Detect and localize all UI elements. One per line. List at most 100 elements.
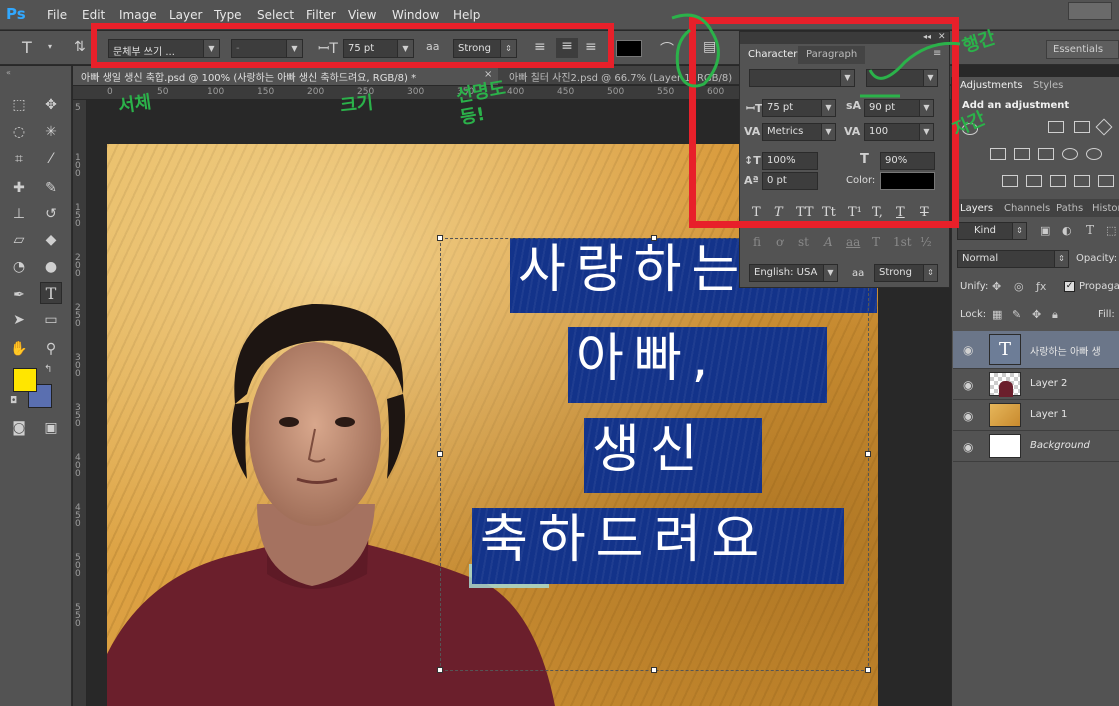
swash-icon[interactable]: A [824, 235, 833, 249]
crop-tool-icon[interactable]: ⌗ [8, 148, 30, 170]
resize-handle[interactable] [437, 451, 443, 457]
resize-handle[interactable] [437, 667, 443, 673]
lasso-tool-icon[interactable]: ◌ [8, 121, 30, 143]
black-white-icon[interactable] [1038, 148, 1054, 160]
ordinals-icon[interactable]: 1st [893, 235, 912, 249]
tool-preset-arrow-icon[interactable]: ▾ [48, 42, 52, 51]
menu-image[interactable]: Image [119, 8, 157, 22]
type-tool-icon[interactable]: T [40, 282, 62, 304]
healing-brush-icon[interactable]: ✚ [8, 177, 30, 199]
color-balance-icon[interactable] [1014, 148, 1030, 160]
menu-view[interactable]: View [348, 8, 376, 22]
move-tool-icon[interactable]: ✥ [40, 94, 62, 116]
collapse-icon[interactable]: « [6, 68, 11, 77]
photo-filter-icon[interactable] [1062, 148, 1078, 160]
brush-tool-icon[interactable]: ✎ [40, 177, 62, 199]
stylistic-alternates-icon[interactable]: aa [846, 235, 860, 249]
history-brush-icon[interactable]: ↺ [40, 203, 62, 225]
menu-help[interactable]: Help [453, 8, 480, 22]
workspace-select[interactable]: Essentials [1046, 40, 1119, 59]
menu-select[interactable]: Select [257, 8, 294, 22]
discretionary-ligatures-icon[interactable]: ơ [776, 235, 783, 249]
tab-channels[interactable]: Channels [1004, 203, 1050, 214]
language-select[interactable]: English: USA ▼ [749, 264, 838, 282]
menu-layer[interactable]: Layer [169, 8, 202, 22]
invert-icon[interactable] [1002, 175, 1018, 187]
tab-paths[interactable]: Paths [1056, 203, 1083, 214]
magic-wand-icon[interactable]: ✳ [40, 121, 62, 143]
posterize-icon[interactable] [1026, 175, 1042, 187]
tab-adjustments[interactable]: Adjustments [960, 80, 1023, 91]
resize-handle[interactable] [865, 451, 871, 457]
paint-bucket-icon[interactable]: ◆ [40, 229, 62, 251]
filter-adjustment-icon[interactable]: ◐ [1062, 224, 1072, 237]
foreground-color-swatch[interactable] [13, 368, 37, 392]
tab-layers[interactable]: Layers [960, 203, 993, 214]
swap-colors-icon[interactable]: ↰ [44, 364, 52, 375]
lock-transparency-icon[interactable]: ▦ [992, 308, 1002, 321]
clone-stamp-icon[interactable]: ⊥ [8, 203, 30, 225]
resize-handle[interactable] [651, 667, 657, 673]
layer-row-text[interactable]: ◉ T 사랑하는 아빠 생 [953, 331, 1119, 369]
threshold-icon[interactable] [1050, 175, 1066, 187]
visibility-eye-icon[interactable]: ◉ [963, 343, 973, 357]
exposure-icon[interactable] [1074, 121, 1090, 133]
type-tool-icon[interactable]: T [22, 38, 32, 57]
marquee-tool-icon[interactable]: ⬚ [8, 94, 30, 116]
hand-tool-icon[interactable]: ✋ [8, 338, 30, 360]
tab-history[interactable]: History [1092, 203, 1119, 214]
eraser-icon[interactable]: ▱ [8, 229, 30, 251]
warp-text-icon[interactable]: ⌒ [660, 39, 674, 59]
layer-row-background[interactable]: ◉ Background [953, 431, 1119, 462]
filter-shape-icon[interactable]: ⬚ [1106, 224, 1116, 237]
dodge-tool-icon[interactable]: ● [40, 256, 62, 278]
visibility-eye-icon[interactable]: ◉ [963, 378, 973, 392]
orientation-toggle-icon[interactable]: ⇅ [74, 39, 86, 55]
channel-mixer-icon[interactable] [1086, 148, 1102, 160]
menu-edit[interactable]: Edit [82, 8, 105, 22]
rectangle-tool-icon[interactable]: ▭ [40, 309, 62, 331]
menu-type[interactable]: Type [214, 8, 242, 22]
ligatures-icon[interactable]: fi [753, 235, 761, 249]
layer-row-layer-2[interactable]: ◉ Layer 2 [953, 369, 1119, 400]
menu-window[interactable]: Window [392, 8, 439, 22]
resize-handle[interactable] [437, 235, 443, 241]
layer-filter-select[interactable]: Kind ⇕ [957, 222, 1027, 240]
blur-tool-icon[interactable]: ◔ [8, 256, 30, 278]
close-icon[interactable]: × [484, 69, 492, 80]
pen-tool-icon[interactable]: ✒ [8, 284, 30, 306]
vibrance-icon[interactable] [1095, 118, 1113, 136]
quick-mask-icon[interactable]: ◙ [8, 417, 30, 439]
text-color-swatch[interactable] [616, 40, 642, 57]
propagate-checkbox[interactable]: ✓ [1064, 281, 1075, 292]
resize-handle[interactable] [651, 235, 657, 241]
tab-document-1[interactable]: 아빠 생일 생신 축합.psd @ 100% (사랑하는 아빠 생신 축하드려요… [73, 66, 498, 85]
path-selection-icon[interactable]: ➤ [8, 309, 30, 331]
blend-mode-select[interactable]: Normal ⇕ [957, 250, 1069, 268]
gradient-map-icon[interactable] [1074, 175, 1090, 187]
unify-style-icon[interactable]: ƒx [1036, 280, 1046, 293]
lock-position-icon[interactable]: ✥ [1032, 308, 1041, 321]
unify-visibility-icon[interactable]: ◎ [1014, 280, 1024, 293]
lock-pixels-icon[interactable]: ✎ [1012, 308, 1021, 321]
minimize-button[interactable] [1068, 2, 1112, 20]
default-colors-icon[interactable]: ◘ [10, 396, 17, 406]
lock-all-icon[interactable]: 🔒︎ [1052, 308, 1058, 322]
hue-saturation-icon[interactable] [990, 148, 1006, 160]
menu-filter[interactable]: Filter [306, 8, 336, 22]
filter-pixel-icon[interactable]: ▣ [1040, 224, 1050, 237]
zoom-tool-icon[interactable]: ⚲ [40, 338, 62, 360]
tab-styles[interactable]: Styles [1033, 80, 1063, 91]
visibility-eye-icon[interactable]: ◉ [963, 440, 973, 454]
screen-mode-icon[interactable]: ▣ [40, 417, 62, 439]
text-bounding-box[interactable] [437, 235, 871, 673]
selective-color-icon[interactable] [1098, 175, 1114, 187]
unify-position-icon[interactable]: ✥ [992, 280, 1001, 293]
filter-type-icon[interactable]: T [1086, 223, 1094, 237]
layer-row-layer-1[interactable]: ◉ Layer 1 [953, 400, 1119, 431]
visibility-eye-icon[interactable]: ◉ [963, 409, 973, 423]
titling-alternates-icon[interactable]: T [872, 235, 880, 249]
antialias-select[interactable]: Strong ⇕ [874, 264, 938, 282]
resize-handle[interactable] [865, 667, 871, 673]
fractions-icon[interactable]: ½ [920, 235, 932, 249]
